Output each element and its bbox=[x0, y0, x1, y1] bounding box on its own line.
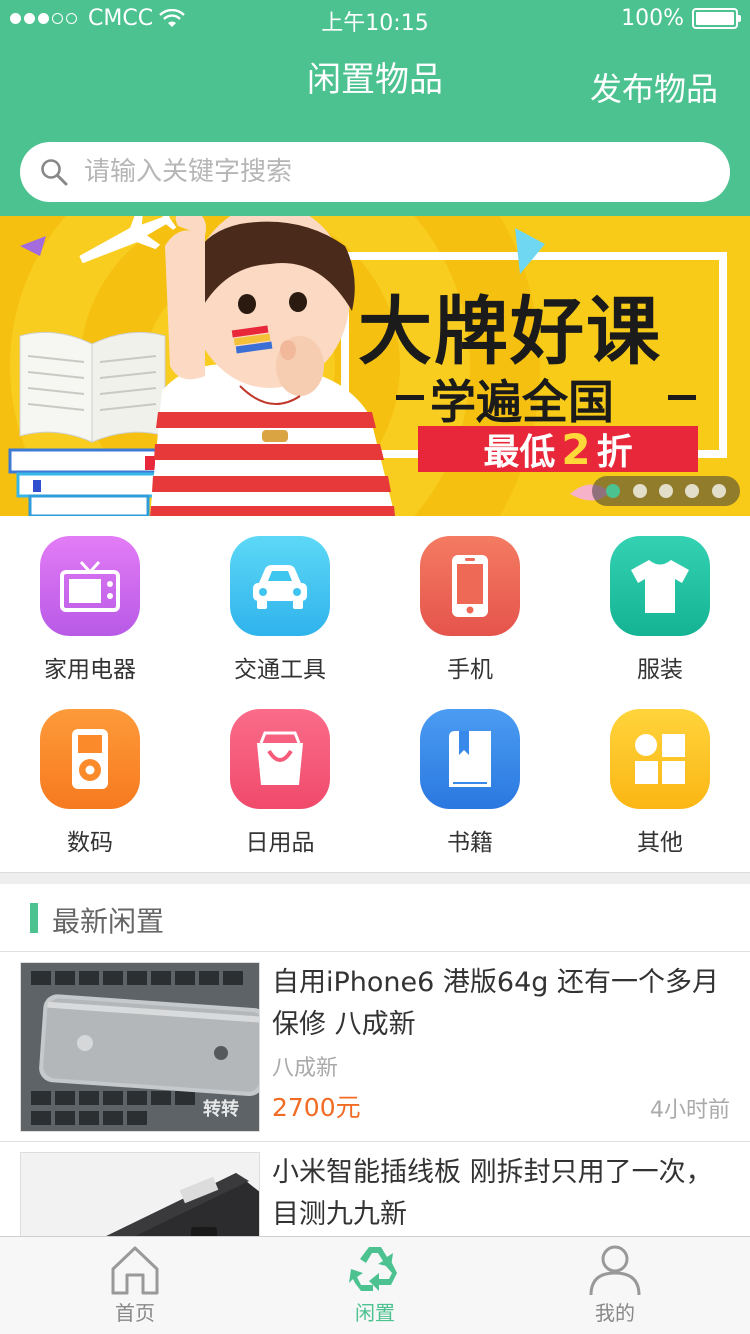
banner-ribbon-prefix: 最低 bbox=[483, 432, 556, 473]
category-grid: 家用电器 交通工具 手机 服装 数码 日用品 书籍 其他 bbox=[0, 516, 750, 872]
list-item[interactable]: 转转 自用iPhone6 港版64g 还有一个多月保修 八成新 八成新 2700… bbox=[0, 952, 750, 1142]
battery-icon bbox=[692, 8, 741, 29]
shopping-bag-icon bbox=[230, 709, 330, 809]
home-icon bbox=[111, 1246, 159, 1295]
pager-dot[interactable] bbox=[658, 484, 673, 498]
banner-subtitle-dash-left bbox=[396, 395, 424, 400]
banner-pager[interactable] bbox=[592, 476, 740, 506]
category-label: 交通工具 bbox=[234, 657, 326, 683]
tab-profile[interactable]: 我的 bbox=[535, 1243, 695, 1326]
tv-icon bbox=[40, 536, 140, 636]
category-label: 日用品 bbox=[245, 830, 315, 856]
status-bar: CMCC 上午10:15 100% bbox=[0, 0, 750, 40]
category-label: 其他 bbox=[637, 830, 683, 856]
banner-subtitle-dash-right bbox=[668, 395, 696, 400]
shirt-icon bbox=[610, 536, 710, 636]
category-digital[interactable]: 数码 bbox=[0, 709, 180, 857]
tab-idle[interactable]: 闲置 bbox=[295, 1243, 455, 1326]
category-clothing[interactable]: 服装 bbox=[570, 536, 750, 684]
latest-section-header: 最新闲置 bbox=[0, 884, 750, 952]
header: CMCC 上午10:15 100% 闲置物品 发布物品 bbox=[0, 0, 750, 216]
thumbnail-watermark: 转转 bbox=[203, 1099, 239, 1120]
section-divider bbox=[0, 872, 750, 884]
item-thumbnail: 转转 bbox=[20, 962, 260, 1132]
category-label: 手机 bbox=[447, 657, 493, 683]
pager-dot[interactable] bbox=[711, 484, 726, 498]
section-accent-bar bbox=[30, 903, 38, 933]
tab-label: 闲置 bbox=[355, 1301, 395, 1325]
car-icon bbox=[230, 536, 330, 636]
banner-discount-ribbon: 最低 2 折 bbox=[418, 424, 698, 474]
category-home-appliances[interactable]: 家用电器 bbox=[0, 536, 180, 684]
tab-home[interactable]: 首页 bbox=[55, 1243, 215, 1326]
category-label: 书籍 bbox=[447, 830, 493, 856]
pager-dot[interactable] bbox=[685, 484, 700, 498]
tab-label: 我的 bbox=[595, 1301, 635, 1325]
battery-percent: 100% bbox=[621, 6, 684, 31]
section-title: 最新闲置 bbox=[52, 905, 165, 938]
category-label: 服装 bbox=[637, 657, 683, 683]
phone-icon bbox=[420, 536, 520, 636]
item-title: 小米智能插线板 刚拆封只用了一次，目测九九新 bbox=[272, 1157, 713, 1230]
tab-label: 首页 bbox=[115, 1301, 155, 1325]
banner-ribbon-number: 2 bbox=[561, 424, 591, 474]
item-time: 4小时前 bbox=[650, 1098, 730, 1123]
search-bar[interactable] bbox=[20, 142, 730, 202]
banner-ribbon-suffix: 折 bbox=[596, 432, 633, 473]
pager-dot[interactable] bbox=[606, 484, 621, 498]
category-vehicles[interactable]: 交通工具 bbox=[190, 536, 370, 684]
status-right: 100% bbox=[621, 6, 741, 31]
category-label: 数码 bbox=[67, 830, 113, 856]
item-title: 自用iPhone6 港版64g 还有一个多月保修 八成新 bbox=[272, 967, 719, 1040]
category-phones[interactable]: 手机 bbox=[380, 536, 560, 684]
tab-bar: 首页 闲置 我的 bbox=[0, 1236, 750, 1334]
grid-icon bbox=[610, 709, 710, 809]
recycle-icon bbox=[349, 1247, 397, 1291]
ipod-icon bbox=[40, 709, 140, 809]
category-other[interactable]: 其他 bbox=[570, 709, 750, 857]
search-input[interactable] bbox=[84, 157, 684, 187]
category-label: 家用电器 bbox=[44, 657, 136, 683]
user-icon bbox=[589, 1245, 641, 1296]
item-condition: 八成新 bbox=[272, 1056, 339, 1081]
item-price: 2700元 bbox=[272, 1093, 361, 1122]
pager-dot[interactable] bbox=[632, 484, 647, 498]
banner-title: 大牌好课 bbox=[358, 289, 662, 375]
search-icon bbox=[41, 159, 68, 186]
category-daily-goods[interactable]: 日用品 bbox=[190, 709, 370, 857]
book-icon bbox=[420, 709, 520, 809]
publish-button[interactable]: 发布物品 bbox=[590, 64, 718, 110]
category-books[interactable]: 书籍 bbox=[380, 709, 560, 857]
